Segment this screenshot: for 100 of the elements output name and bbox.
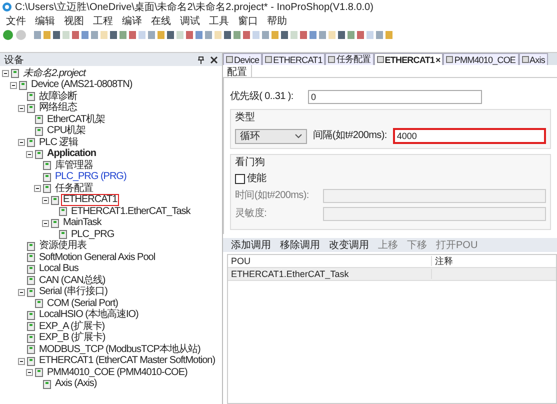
menu-item[interactable]: 编译	[122, 14, 142, 28]
editor-tab[interactable]: ETHERCAT1	[262, 53, 326, 65]
tree-item[interactable]: Axis (Axis)	[53, 378, 99, 390]
module-icon	[35, 115, 43, 124]
tree-item[interactable]: PLC_PRG (PRG)	[53, 171, 128, 184]
collapse-icon[interactable]	[26, 150, 33, 158]
tree-item[interactable]: EXP_A (扩展卡)	[37, 320, 107, 333]
menu-item[interactable]: 视图	[64, 14, 84, 28]
module-icon	[226, 56, 233, 63]
tree-item[interactable]: PLC_PRG	[69, 228, 116, 241]
module-icon	[27, 92, 35, 102]
tree-item[interactable]: MainTask	[61, 217, 104, 230]
module-icon	[27, 264, 35, 274]
menu-item[interactable]: 编辑	[35, 14, 55, 28]
editor-tab[interactable]: 任务配置	[325, 53, 374, 65]
column-header: 注释	[434, 254, 453, 268]
close-icon[interactable]	[210, 56, 218, 64]
tree-item[interactable]: PMM4010_COE (PMM4010-COE)	[45, 366, 190, 379]
editor-tab[interactable]: Axis	[518, 53, 548, 65]
tree-item[interactable]: 未命名2.project	[21, 68, 88, 80]
menu-item[interactable]: 调试	[180, 14, 200, 28]
module-icon	[19, 80, 27, 90]
tree-item[interactable]: PLC 逻辑	[37, 136, 80, 149]
module-icon	[446, 56, 454, 63]
module-icon	[27, 345, 35, 354]
priority-field[interactable]: 0	[308, 90, 482, 104]
module-icon	[27, 356, 35, 366]
collapse-icon[interactable]	[2, 70, 9, 78]
editor-tab[interactable]: PMM4010_COE	[443, 53, 519, 65]
type-dropdown[interactable]: 循环	[235, 128, 307, 144]
tree-item[interactable]: ETHERCAT1	[61, 194, 120, 206]
menu-item[interactable]: 在线	[151, 14, 171, 28]
tree-item[interactable]: ETHERCAT1.EtherCAT_Task	[69, 206, 192, 218]
module-icon	[27, 104, 35, 113]
menu-item[interactable]: 文件	[6, 14, 26, 28]
module-icon	[328, 56, 336, 63]
table-cell: ETHERCAT1.EtherCAT_Task	[228, 269, 432, 279]
tree-item[interactable]: 任务配置	[53, 182, 95, 195]
module-icon	[43, 161, 51, 170]
toolbar-button[interactable]: 改变调用	[329, 238, 369, 252]
collapse-icon[interactable]	[26, 369, 33, 376]
tree-item[interactable]: LocalHSIO (本地高速IO)	[37, 309, 140, 322]
field-label: 间隔(如t#200ms):	[313, 130, 387, 142]
interval-field[interactable]: 4000	[392, 128, 546, 144]
module-icon	[51, 196, 59, 205]
caret-icon	[295, 134, 302, 138]
checkbox-label: 使能	[247, 173, 266, 185]
tab-close-button[interactable]: ×	[436, 54, 440, 64]
pin-icon[interactable]	[197, 56, 205, 64]
module-icon	[43, 172, 51, 182]
module-icon	[11, 69, 19, 78]
module-icon	[27, 276, 35, 286]
tree-item[interactable]: Local Bus	[37, 263, 80, 276]
collapse-icon[interactable]	[34, 185, 41, 192]
collapse-icon[interactable]	[42, 220, 49, 227]
tree-item[interactable]: Serial (串行接口)	[37, 286, 110, 298]
field-label: 优先级( 0..31 ):	[230, 91, 294, 103]
module-icon	[51, 218, 59, 228]
panel-title: 设备	[4, 54, 25, 66]
menu-item[interactable]: 工具	[209, 14, 229, 28]
module-icon	[27, 242, 35, 251]
module-icon	[27, 334, 35, 343]
collapse-icon[interactable]	[18, 358, 25, 365]
editor-tab[interactable]: Device	[223, 53, 262, 65]
tree-item[interactable]: 库管理器	[53, 160, 95, 172]
collapse-icon[interactable]	[42, 196, 49, 204]
module-icon	[35, 126, 43, 136]
tree-item[interactable]: SoftMotion General Axis Pool	[37, 252, 158, 264]
module-icon	[35, 150, 43, 159]
tree-item[interactable]: Device (AMS21-0808TN)	[29, 79, 134, 92]
tree-item[interactable]: CAN (CAN总线)	[37, 274, 108, 287]
module-icon	[27, 138, 35, 148]
menu-item[interactable]: 窗口	[238, 14, 258, 28]
collapse-icon[interactable]	[18, 139, 25, 146]
editor-tab[interactable]: ETHERCAT1×	[374, 53, 444, 65]
collapse-icon[interactable]	[18, 104, 25, 112]
menu-item[interactable]: 帮助	[267, 14, 287, 28]
module-icon	[35, 299, 43, 308]
enable-checkbox[interactable]	[235, 174, 245, 184]
collapse-icon[interactable]	[18, 288, 25, 296]
module-icon	[27, 310, 35, 320]
tree-item[interactable]: MODBUS_TCP (ModbusTCP本地从站)	[37, 344, 202, 356]
tree-item[interactable]: CPU机架	[45, 125, 88, 138]
toolbar-button[interactable]: 移除调用	[280, 238, 320, 252]
toolbar-button[interactable]: 添加调用	[231, 238, 271, 252]
tree-item[interactable]: 故障诊断	[37, 90, 79, 103]
collapse-icon[interactable]	[10, 82, 17, 89]
module-icon	[27, 288, 35, 297]
tree-item[interactable]: COM (Serial Port)	[45, 298, 120, 310]
tree-item[interactable]: 网络组态	[37, 102, 79, 114]
field-label: 灵敏度:	[235, 208, 268, 220]
module-icon	[522, 56, 529, 63]
tree-item[interactable]: EtherCAT机架	[45, 114, 108, 126]
field-label: 时间(如t#200ms):	[235, 190, 310, 202]
tree-item[interactable]: Application	[45, 148, 98, 160]
tree-item[interactable]: ETHERCAT1 (EtherCAT Master SoftMotion)	[37, 355, 218, 368]
module-icon	[59, 207, 67, 216]
tree-item[interactable]: EXP_B (扩展卡)	[37, 332, 108, 344]
tree-item[interactable]: 资源使用表	[37, 240, 88, 252]
menu-item[interactable]: 工程	[93, 14, 113, 28]
